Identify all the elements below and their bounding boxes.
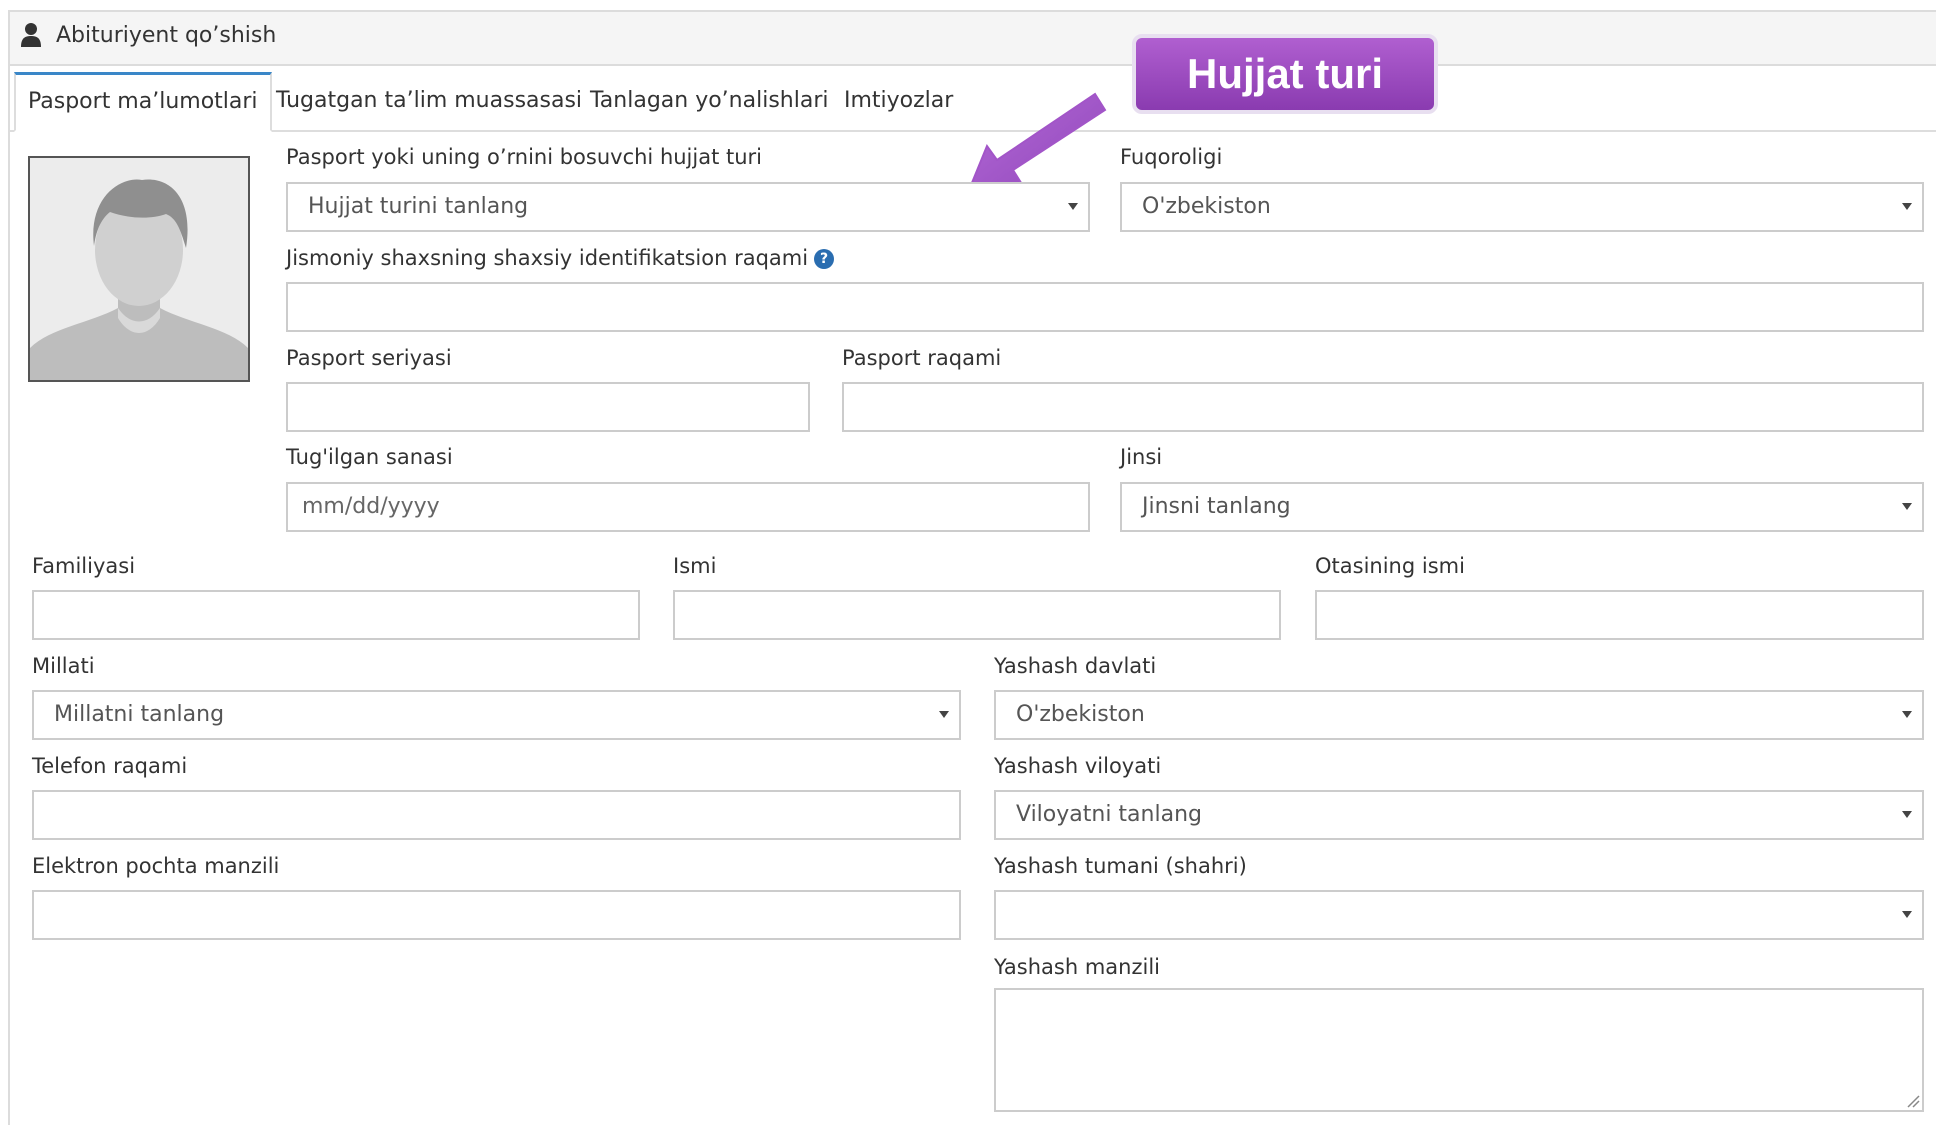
last-name-input[interactable] (32, 590, 640, 640)
email-input[interactable] (32, 890, 961, 940)
gender-select[interactable]: Jinsni tanlang (1120, 482, 1924, 532)
user-icon (21, 23, 41, 47)
nationality-value: Millatni tanlang (54, 702, 225, 727)
tab-pasport[interactable]: Pasport ma’lumotlari (14, 72, 272, 132)
tab-directions[interactable]: Tanlagan yo’nalishlari (590, 72, 828, 130)
first-name-input[interactable] (673, 590, 1281, 640)
patronymic-label: Otasining ismi (1315, 554, 1465, 578)
phone-input[interactable] (32, 790, 961, 840)
country-value: O'zbekiston (1016, 702, 1145, 727)
passport-number-label: Pasport raqami (842, 346, 1002, 370)
phone-label: Telefon raqami (32, 754, 188, 778)
gender-label: Jinsi (1120, 445, 1163, 469)
address-textarea[interactable] (994, 988, 1924, 1112)
chevron-down-icon (1068, 203, 1078, 210)
district-label: Yashash tumani (shahri) (994, 854, 1247, 878)
passport-series-input[interactable] (286, 382, 810, 432)
doc-type-select[interactable]: Hujjat turini tanlang (286, 182, 1090, 232)
pinfl-label-row: Jismoniy shaxsning shaxsiy identifikatsi… (286, 243, 835, 273)
resize-grip-icon[interactable] (1906, 1094, 1920, 1108)
panel-heading: Abituriyent qo’shish (10, 12, 1936, 66)
address-label: Yashash manzili (994, 955, 1161, 979)
nationality-select[interactable]: Millatni tanlang (32, 690, 961, 740)
pinfl-input[interactable] (286, 282, 1924, 332)
annotation-callout: Hujjat turi (1132, 34, 1438, 114)
tab-privileges[interactable]: Imtiyozlar (844, 72, 953, 130)
avatar[interactable] (28, 156, 250, 382)
country-select[interactable]: O'zbekiston (994, 690, 1924, 740)
region-value: Viloyatni tanlang (1016, 802, 1202, 827)
citizenship-label: Fuqoroligi (1120, 145, 1223, 169)
person-silhouette-icon (30, 158, 248, 380)
chevron-down-icon (1902, 503, 1912, 510)
doc-type-value: Hujjat turini tanlang (308, 194, 529, 219)
first-name-label: Ismi (673, 554, 717, 578)
gender-value: Jinsni tanlang (1142, 494, 1291, 519)
country-label: Yashash davlati (994, 654, 1157, 678)
birth-date-input[interactable]: mm/dd/yyyy (286, 482, 1090, 532)
nationality-label: Millati (32, 654, 95, 678)
help-icon[interactable]: ? (814, 249, 835, 269)
patronymic-input[interactable] (1315, 590, 1924, 640)
chevron-down-icon (1902, 711, 1912, 718)
region-label: Yashash viloyati (994, 754, 1162, 778)
tab-education[interactable]: Tugatgan ta’lim muassasasi (276, 72, 582, 130)
page-title: Abituriyent qo’shish (56, 23, 277, 48)
chevron-down-icon (1902, 911, 1912, 918)
chevron-down-icon (1902, 203, 1912, 210)
email-label: Elektron pochta manzili (32, 854, 280, 878)
pinfl-label: Jismoniy shaxsning shaxsiy identifikatsi… (286, 246, 809, 270)
birth-date-placeholder: mm/dd/yyyy (302, 494, 440, 519)
doc-type-label: Pasport yoki uning o’rnini bosuvchi hujj… (286, 145, 763, 169)
birth-date-label: Tug'ilgan sanasi (286, 445, 453, 469)
last-name-label: Familiyasi (32, 554, 136, 578)
citizenship-value: O'zbekiston (1142, 194, 1271, 219)
citizenship-select[interactable]: O'zbekiston (1120, 182, 1924, 232)
passport-number-input[interactable] (842, 382, 1924, 432)
chevron-down-icon (939, 711, 949, 718)
chevron-down-icon (1902, 811, 1912, 818)
region-select[interactable]: Viloyatni tanlang (994, 790, 1924, 840)
passport-series-label: Pasport seriyasi (286, 346, 452, 370)
district-select[interactable] (994, 890, 1924, 940)
